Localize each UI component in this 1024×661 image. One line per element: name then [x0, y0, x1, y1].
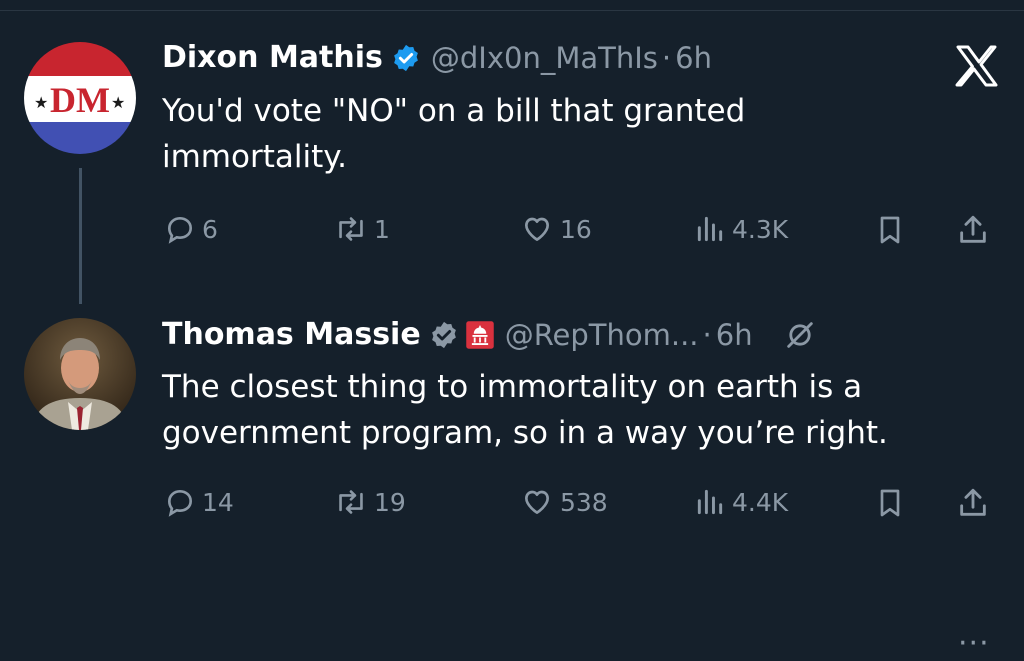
reply-count: 14 — [202, 487, 234, 517]
separator-dot: · — [661, 40, 672, 75]
like-button[interactable]: 538 — [520, 486, 608, 518]
repost-count: 19 — [374, 487, 406, 517]
like-count: 538 — [560, 487, 608, 517]
timestamp[interactable]: 6h — [716, 318, 753, 352]
tweet2-header: Thomas Massie @RepThom... · 6h — [162, 317, 817, 352]
like-icon — [525, 217, 549, 241]
reply-button[interactable]: 6 — [164, 213, 218, 245]
avatar-dixon-mathis[interactable]: ★ ★ DM — [24, 42, 136, 154]
separator-dot: · — [702, 317, 712, 352]
reply-count: 6 — [202, 214, 218, 244]
no-edit-icon — [786, 321, 813, 348]
verified-badge-icon — [431, 321, 456, 348]
reply-button[interactable]: 14 — [164, 486, 234, 518]
display-name[interactable]: Dixon Mathis — [162, 40, 383, 75]
like-button[interactable]: 16 — [520, 213, 592, 245]
tweet-thomas-massie[interactable]: Thomas Massie @RepThom... · 6h ··· The c… — [0, 300, 1024, 661]
share-button[interactable] — [956, 213, 990, 247]
tweet-text-line: government program, so in a way you’re r… — [162, 415, 888, 451]
share-icon — [960, 215, 986, 243]
timestamp[interactable]: 6h — [675, 41, 712, 75]
display-name[interactable]: Thomas Massie — [162, 317, 421, 352]
avatar-thomas-massie[interactable] — [24, 318, 136, 430]
share-icon — [960, 488, 986, 516]
handle[interactable]: @RepThom... — [505, 318, 699, 352]
verified-badge-icon — [394, 44, 418, 71]
views-icon — [697, 489, 723, 515]
repost-button[interactable]: 1 — [334, 213, 390, 245]
views-icon — [697, 216, 723, 242]
tweet-text-line: The closest thing to immortality on eart… — [162, 369, 863, 405]
like-icon — [525, 490, 549, 514]
views-button[interactable]: 4.3K — [694, 213, 788, 245]
bookmark-button[interactable] — [874, 486, 906, 520]
tweet-dixon-mathis[interactable]: ★ ★ DM Dixon Mathis @dIx0n_MaThIs · 6h Y… — [0, 0, 1024, 300]
thread-connector-line — [79, 168, 82, 304]
svg-text:★: ★ — [111, 93, 125, 112]
tweet-text: You'd vote "NO" on a bill that granted i… — [162, 88, 745, 180]
repost-icon — [339, 490, 363, 514]
tweet1-header: Dixon Mathis @dIx0n_MaThIs · 6h — [162, 40, 712, 75]
svg-text:★: ★ — [34, 93, 48, 112]
views-button[interactable]: 4.4K — [694, 486, 788, 518]
profile-photo — [24, 318, 136, 430]
tweet-text-line: immortality. — [162, 139, 348, 175]
repost-button[interactable]: 19 — [334, 486, 406, 518]
repost-count: 1 — [374, 214, 390, 244]
bookmark-icon — [880, 216, 900, 244]
handle[interactable]: @dIx0n_MaThIs — [431, 41, 658, 75]
x-logo-icon[interactable] — [952, 42, 1000, 90]
tweet-text: The closest thing to immortality on eart… — [162, 364, 888, 456]
bookmark-icon — [880, 489, 900, 517]
tweet-text-line: You'd vote "NO" on a bill that granted — [162, 93, 746, 129]
repost-icon — [339, 217, 363, 241]
government-badge-icon — [465, 320, 494, 349]
avatar-initials: DM — [50, 80, 110, 120]
bookmark-button[interactable] — [874, 213, 906, 247]
dm-logo-image: ★ ★ DM — [24, 42, 136, 154]
reply-icon — [167, 216, 193, 244]
view-count: 4.3K — [732, 214, 789, 244]
like-count: 16 — [560, 214, 592, 244]
reply-icon — [167, 489, 193, 517]
share-button[interactable] — [956, 486, 990, 520]
more-icon[interactable]: ··· — [958, 626, 990, 661]
view-count: 4.4K — [732, 487, 789, 517]
